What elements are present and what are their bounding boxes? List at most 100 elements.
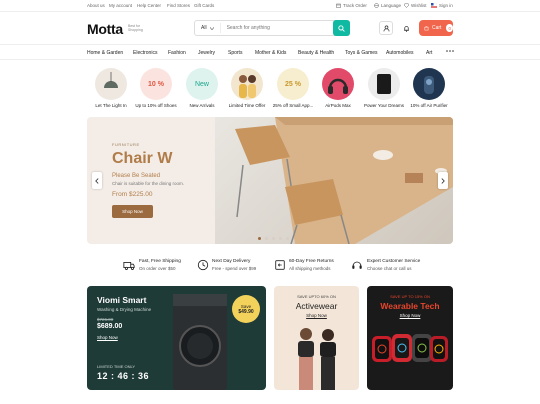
package-icon — [336, 3, 341, 8]
promo-shop-now-link[interactable]: Shop Now — [97, 335, 118, 340]
category-badge: 25 % — [285, 80, 301, 88]
language-label: Language — [381, 3, 402, 8]
promo-card-activewear[interactable]: SAVE UPTO 60% ON Activewear Shop Now — [274, 286, 359, 390]
nav-item-home-garden[interactable]: Home & Garden — [87, 50, 123, 56]
promo-card-viomi[interactable]: Viomi Smart Washing & Drying Machine $72… — [87, 286, 266, 390]
top-bar: About us My account Help Center Find Sto… — [0, 0, 540, 12]
feature-sub: On order over $50 — [139, 266, 176, 271]
heart-icon — [404, 3, 409, 8]
user-icon — [383, 25, 389, 31]
bag-icon — [424, 26, 429, 31]
feature-sub: Free - spend over $99 — [212, 266, 257, 271]
countdown-timer: 12 : 46 : 36 — [97, 371, 150, 381]
purifier-icon — [424, 76, 434, 94]
wishlist-link[interactable]: Wishlist — [404, 3, 427, 8]
hero-dot[interactable] — [265, 237, 268, 240]
hero-next-button[interactable] — [438, 172, 448, 189]
nav-item-electronics[interactable]: Electronics — [133, 50, 157, 56]
hero-dot[interactable] — [258, 237, 261, 240]
category-shoes[interactable]: 10 % — [140, 68, 172, 100]
search-button[interactable] — [333, 20, 350, 36]
category-small-appliances[interactable]: 25 % — [277, 68, 309, 100]
nav-item-art[interactable]: Art — [426, 50, 432, 56]
site-logo[interactable]: Motta — [87, 21, 123, 37]
topbar-link-account[interactable]: My account — [109, 3, 132, 8]
feature-title: Fast, Free Shipping — [139, 259, 181, 264]
category-air-purifier[interactable] — [413, 68, 445, 100]
hero-kicker: FURNITURE — [112, 142, 140, 147]
promo-kicker: SAVE UPTO 60% ON — [297, 294, 336, 299]
nav-item-toys-games[interactable]: Toys & Games — [345, 50, 378, 56]
promo-card-wearable[interactable]: SAVE UP TO 15% ON Wearable Tech Shop Now — [367, 286, 453, 390]
category-airpods[interactable] — [322, 68, 354, 100]
console-icon — [377, 74, 391, 94]
category-power[interactable] — [368, 68, 400, 100]
signin-label: Sign in — [439, 3, 453, 8]
timer-label: LIMITED TIME ONLY — [97, 364, 136, 369]
topbar-link-about[interactable]: About us — [87, 3, 105, 8]
category-lamp[interactable] — [95, 68, 127, 100]
promo-shop-now-link[interactable]: Shop Now — [367, 313, 453, 318]
promo-shop-now-link[interactable]: Shop Now — [274, 313, 359, 318]
nav-item-sports[interactable]: Sports — [228, 50, 242, 56]
search-category-select[interactable]: All — [195, 23, 221, 33]
topbar-link-stores[interactable]: Find Stores — [167, 3, 190, 8]
nav-item-beauty-health[interactable]: Beauty & Health — [298, 50, 334, 56]
lamp-icon — [104, 72, 118, 88]
language-selector[interactable]: Language — [374, 3, 401, 8]
hero-dot[interactable] — [286, 237, 289, 240]
people-icon — [239, 75, 256, 98]
feature-title: Next Day Delivery — [212, 259, 251, 264]
topbar-link-help[interactable]: Help Center — [137, 3, 161, 8]
search-input[interactable] — [220, 25, 321, 31]
account-button[interactable] — [379, 21, 393, 35]
search-category-label: All — [201, 25, 207, 31]
track-order-label: Track Order — [343, 3, 367, 8]
nav-item-automobiles[interactable]: Automobiles — [386, 50, 414, 56]
truck-icon — [123, 262, 135, 270]
feature-title: Expert Customer Service — [367, 259, 421, 264]
hero-price: From $225.00 — [112, 191, 153, 198]
return-icon — [275, 260, 285, 270]
category-new-arrivals[interactable]: New — [186, 68, 218, 100]
hero-title: Chair W — [112, 150, 173, 167]
chevron-down-icon — [209, 26, 214, 30]
hero-dot[interactable] — [279, 237, 282, 240]
category-badge: 10 % — [148, 80, 164, 88]
notifications-button[interactable] — [399, 21, 413, 35]
flag-icon — [431, 3, 437, 8]
nav-item-mother-kids[interactable]: Mother & Kids — [255, 50, 286, 56]
signin-link[interactable]: Sign in — [431, 3, 453, 8]
hero-subtitle: Please Be Seated — [112, 173, 161, 179]
more-dots-icon[interactable] — [446, 48, 454, 56]
globe-icon — [374, 3, 379, 8]
promo-old-price: $726.00 — [97, 317, 114, 322]
washing-machine-illustration — [173, 294, 227, 390]
cart-label: Cart — [431, 25, 442, 31]
category-limited-offer[interactable] — [231, 68, 263, 100]
track-order-link[interactable]: Track Order — [336, 3, 367, 8]
logo-tagline: Best for Shopping — [128, 24, 143, 32]
hero-image — [215, 117, 453, 244]
cart-button[interactable]: Cart 0 — [419, 20, 453, 36]
hero-banner: FURNITURE Chair W Please Be Seated Chair… — [87, 117, 453, 244]
promo-subtitle: Washing & Drying Machine — [97, 307, 152, 312]
feature-sub: Choose chat or call us — [367, 266, 412, 271]
bell-icon — [403, 25, 409, 32]
clock-icon — [197, 259, 209, 271]
hero-description: Chair is suitable for the dining room. — [112, 181, 185, 186]
hero-prev-button[interactable] — [92, 172, 102, 189]
promo-title: Activewear — [295, 301, 338, 311]
category-badge: New — [194, 80, 209, 88]
topbar-link-giftcards[interactable]: Gift Cards — [194, 3, 214, 8]
nav-item-jewelry[interactable]: Jewelry — [198, 50, 215, 56]
search-bar: All — [194, 20, 350, 36]
chevron-left-icon — [95, 177, 99, 184]
chair-table-illustration — [235, 117, 453, 244]
wishlist-label: Wishlist — [411, 3, 427, 8]
hero-shop-now-button[interactable]: Shop Now — [112, 205, 153, 218]
nav-item-fashion[interactable]: Fashion — [168, 50, 186, 56]
hero-dot[interactable] — [272, 237, 275, 240]
promo-price: $689.00 — [97, 323, 123, 330]
smartwatches-illustration — [372, 334, 448, 362]
